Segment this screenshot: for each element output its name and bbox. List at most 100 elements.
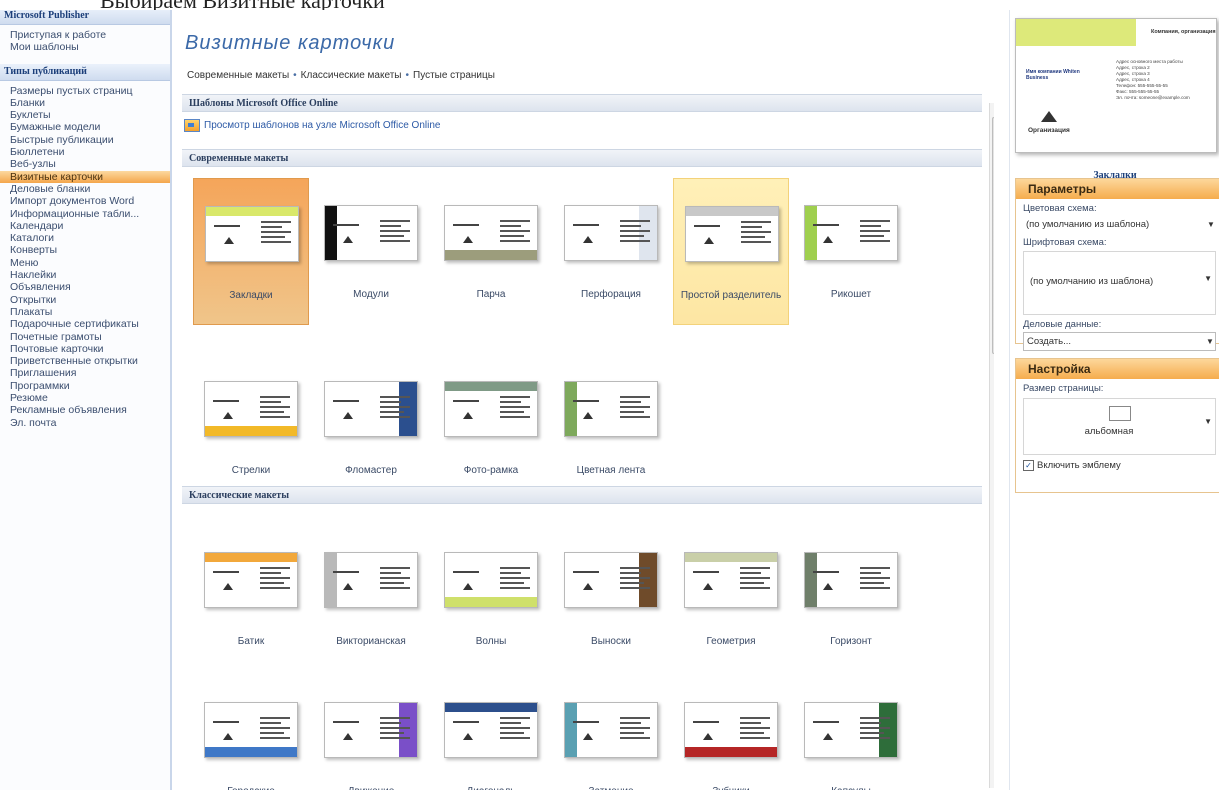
card-text-lines <box>500 567 530 592</box>
card-name-line <box>333 224 359 226</box>
scroll-up-arrow-icon[interactable]: ▲ <box>990 103 994 115</box>
sidebar-item[interactable]: Каталоги <box>0 232 170 244</box>
card-thumbnail <box>684 702 778 758</box>
card-text-lines <box>380 220 410 245</box>
template-card[interactable]: Движение <box>313 675 429 790</box>
sidebar-item[interactable]: Почетные грамоты <box>0 331 170 343</box>
sidebar-item[interactable]: Календари <box>0 220 170 232</box>
parameters-panel: Параметры Цветовая схема: (по умолчанию … <box>1015 178 1219 351</box>
template-card[interactable]: Горизонт <box>793 525 909 672</box>
sidebar-item[interactable]: Меню <box>0 257 170 269</box>
template-card[interactable]: Капсулы <box>793 675 909 790</box>
nav-link[interactable]: Классические макеты <box>301 70 402 81</box>
card-thumbnail <box>324 381 418 437</box>
sidebar-item[interactable]: Бумажные модели <box>0 121 170 133</box>
sidebar-top-item[interactable]: Мои шаблоны <box>0 41 170 53</box>
gallery-scrollbar[interactable]: ▲ <box>989 103 994 788</box>
template-card-label: Диагональ <box>433 786 549 790</box>
template-card[interactable]: Простой разделитель <box>673 178 789 325</box>
template-card-label: Парча <box>476 289 506 300</box>
sidebar-item[interactable]: Открытки <box>0 294 170 306</box>
template-card[interactable]: Парча <box>433 178 549 325</box>
template-card-label: Перфорация <box>581 289 641 300</box>
scroll-thumb[interactable] <box>992 117 994 354</box>
template-card[interactable]: Рикошет <box>793 178 909 325</box>
sidebar-top-item[interactable]: Приступая к работе <box>0 29 170 41</box>
sidebar-item[interactable]: Приветственные открытки <box>0 355 170 367</box>
business-info-value: Создать... <box>1027 336 1072 347</box>
template-card[interactable]: Фломастер <box>313 354 429 501</box>
nav-link[interactable]: Пустые страницы <box>413 70 495 81</box>
template-card[interactable]: Диагональ <box>433 675 549 790</box>
sidebar-item[interactable]: Объявления <box>0 281 170 293</box>
template-card[interactable]: Фото-рамка <box>433 354 549 501</box>
template-card-label: Рикошет <box>830 289 872 300</box>
template-card[interactable]: Затмение <box>553 675 669 790</box>
sidebar-item[interactable]: Плакаты <box>0 306 170 318</box>
chevron-down-icon[interactable]: ▼ <box>1206 216 1216 233</box>
business-info-select[interactable]: Создать... ▼ <box>1023 332 1216 351</box>
sidebar-item[interactable]: Импорт документов Word <box>0 195 170 207</box>
template-card[interactable]: Закладки <box>193 178 309 325</box>
chevron-down-icon[interactable]: ▼ <box>1205 333 1215 350</box>
sidebar-item[interactable]: Рекламные объявления <box>0 404 170 416</box>
checkbox-icon[interactable]: ✓ <box>1023 460 1034 471</box>
sidebar-item[interactable]: Бюллетени <box>0 146 170 158</box>
template-card[interactable]: Викторианская <box>313 525 429 672</box>
card-name-line <box>333 721 359 723</box>
nav-link[interactable]: Современные макеты <box>187 70 289 81</box>
color-scheme-select[interactable]: (по умолчанию из шаблона) ▼ <box>1023 216 1216 233</box>
template-card[interactable]: Городские <box>193 675 309 790</box>
sidebar-item[interactable]: Резюме <box>0 392 170 404</box>
template-card[interactable]: Батик <box>193 525 309 672</box>
card-text-lines <box>740 717 770 742</box>
page-title: Визитные карточки <box>185 32 396 54</box>
sidebar-item[interactable]: Буклеты <box>0 109 170 121</box>
card-thumbnail <box>685 206 779 262</box>
online-templates-link[interactable]: Просмотр шаблонов на узле Microsoft Offi… <box>184 119 440 132</box>
template-card[interactable]: Перфорация <box>553 178 669 325</box>
card-thumbnail <box>204 552 298 608</box>
templates-gallery: Визитные карточки Современные макеты • Кла… <box>172 10 994 790</box>
card-name-line <box>213 400 239 402</box>
chevron-down-icon[interactable]: ▼ <box>1204 274 1212 283</box>
template-card[interactable]: Выноски <box>553 525 669 672</box>
template-card[interactable]: Зубчики <box>673 675 789 790</box>
chevron-down-icon[interactable]: ▼ <box>1204 417 1212 426</box>
customize-pane: Компания, организация Имя компании White… <box>1009 10 1219 790</box>
sidebar-item[interactable]: Бланки <box>0 97 170 109</box>
card-logo-icon <box>343 412 353 419</box>
sidebar-item[interactable]: Программки <box>0 380 170 392</box>
template-card[interactable]: Геометрия <box>673 525 789 672</box>
include-logo-checkbox[interactable]: ✓ Включить эмблему <box>1023 460 1219 471</box>
card-text-lines <box>860 567 890 592</box>
card-accent-band <box>205 553 297 562</box>
font-scheme-select[interactable]: (по умолчанию из шаблона) ▼ <box>1023 251 1216 315</box>
sidebar-item[interactable]: Конверты <box>0 244 170 256</box>
sidebar-item[interactable]: Быстрые публикации <box>0 134 170 146</box>
sidebar-item[interactable]: Эл. почта <box>0 417 170 429</box>
sidebar-item[interactable]: Веб-узлы <box>0 158 170 170</box>
template-card[interactable]: Волны <box>433 525 549 672</box>
card-text-lines <box>260 717 290 742</box>
template-card[interactable]: Цветная лента <box>553 354 669 501</box>
template-card-label: Зубчики <box>673 786 789 790</box>
sidebar-item[interactable]: Визитные карточки <box>0 170 170 183</box>
card-name-line <box>213 721 239 723</box>
sidebar-item[interactable]: Почтовые карточки <box>0 343 170 355</box>
card-logo-icon <box>463 236 473 243</box>
card-text-lines <box>380 396 410 421</box>
sidebar-item[interactable]: Информационные табли... <box>0 208 170 220</box>
card-thumbnail <box>444 552 538 608</box>
template-card[interactable]: Модули <box>313 178 429 325</box>
sidebar-item[interactable]: Приглашения <box>0 367 170 379</box>
sidebar-item[interactable]: Подарочные сертификаты <box>0 318 170 330</box>
template-card[interactable]: Стрелки <box>193 354 309 501</box>
preview-person: Имя компании Whiten Business <box>1026 69 1080 81</box>
page-size-select[interactable]: альбомная ▼ <box>1023 398 1216 455</box>
sidebar-item[interactable]: Деловые бланки <box>0 183 170 195</box>
sidebar-item[interactable]: Наклейки <box>0 269 170 281</box>
sidebar-item[interactable]: Размеры пустых страниц <box>0 85 170 97</box>
page-size-value: альбомная <box>1084 426 1134 437</box>
card-logo-icon <box>823 236 833 243</box>
